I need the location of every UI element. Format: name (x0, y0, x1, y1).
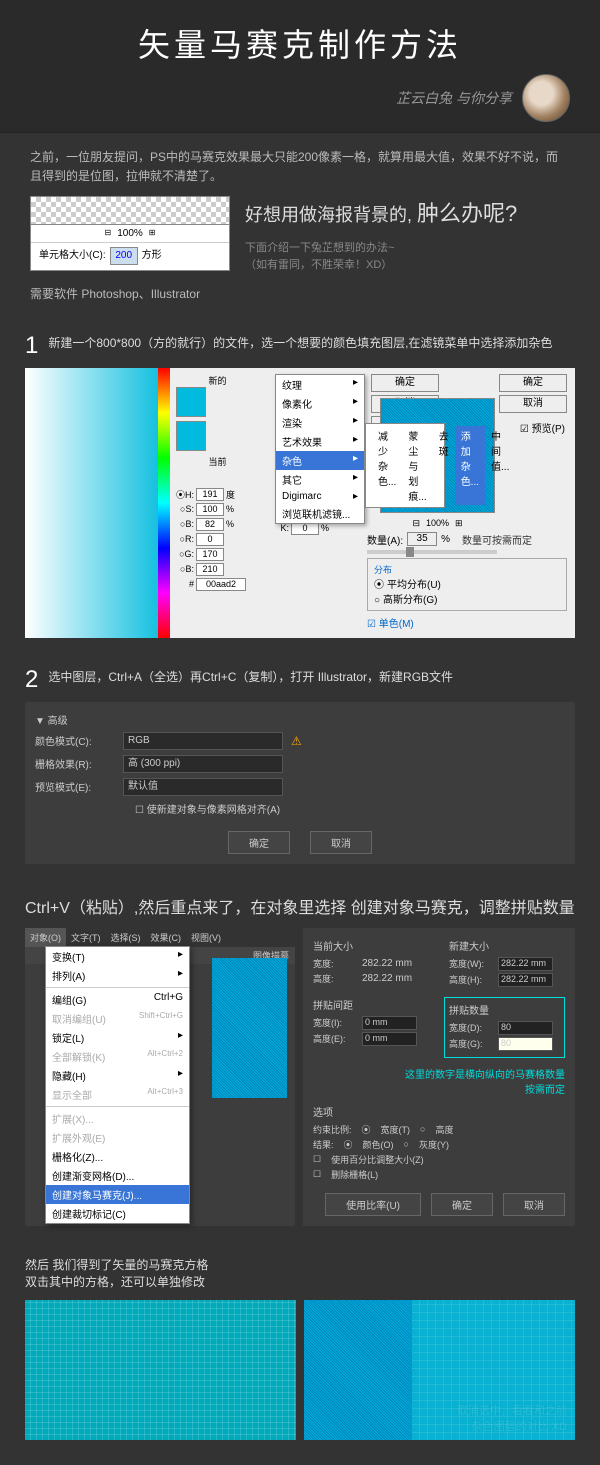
step-1-number: 1 (25, 334, 38, 358)
hue-input[interactable]: 191 (196, 488, 224, 501)
cell-size-label: 单元格大小(C): (39, 248, 106, 264)
warning-icon: ⚠ (291, 734, 302, 748)
amount-input[interactable]: 35 (407, 532, 437, 546)
result-mosaic-left (25, 1300, 296, 1440)
sub-text-1: 下面介绍一下兔芷想到的办法~ (245, 240, 570, 258)
hex-input[interactable]: 00aad2 (196, 578, 246, 591)
result-mosaic-right: 取消选中，看看和之前杂色图层的对比 XD (304, 1300, 575, 1440)
new-height-input[interactable]: 282.22 mm (498, 973, 553, 987)
step-3-text: Ctrl+V（粘贴）,然后重点来了，在对象里选择 创建对象马赛克，调整拼贴数量 (25, 894, 575, 918)
preview-mode-select[interactable]: 默认值 (123, 778, 283, 796)
ai-object-menu-screenshot: 对象(O) 文字(T) 选择(S) 效果(C) 视图(V) 图像描摹 变换(T)… (25, 928, 295, 1226)
mosaic-cancel-button[interactable]: 取消 (503, 1193, 565, 1216)
g-input[interactable]: 170 (196, 548, 224, 561)
avatar (522, 74, 570, 122)
count-w-input[interactable]: 80 (498, 1021, 553, 1035)
cell-size-input[interactable]: 200 (110, 247, 138, 265)
author-signature: 芷云白兔 与你分享 (396, 88, 512, 108)
intro-paragraph: 之前，一位朋友提问，PS中的马赛克效果最大只能200像素一格，就算用最大值，效果… (30, 148, 570, 186)
use-ratio-button[interactable]: 使用比率(U) (325, 1193, 421, 1216)
gap-w-input[interactable]: 0 mm (362, 1016, 417, 1030)
color-mode-select[interactable]: RGB (123, 732, 283, 750)
step-2-text: 选中图层，Ctrl+A（全选）再Ctrl+C（复制），打开 Illustrato… (48, 668, 453, 692)
step-1-screenshot: 新的 当前 ⦿H:191度 ○S:100% ○B:82% ○R:0 ○G:170… (25, 368, 575, 638)
sub-text-2: （如有雷同，不胜荣幸！XD） (245, 257, 570, 275)
result-caption: 取消选中，看看和之前杂色图层的对比 XD (457, 1402, 567, 1434)
ai-cancel-button[interactable]: 取消 (310, 831, 372, 854)
page-title: 矢量马赛克制作方法 (30, 20, 570, 66)
new-width-input[interactable]: 282.22 mm (498, 957, 553, 971)
object-menu-dropdown[interactable]: 变换(T)▸ 排列(A)▸ 编组(G)Ctrl+G 取消编组(U)Shift+C… (45, 946, 190, 1224)
b-input[interactable]: 210 (196, 563, 224, 576)
ai-ok-button[interactable]: 确定 (228, 831, 290, 854)
tile-count-highlight: 拼贴数量 宽度(D):80 高度(G):80 (444, 997, 565, 1058)
sat-input[interactable]: 100 (196, 503, 224, 516)
mosaic-ok-button[interactable]: 确定 (431, 1193, 493, 1216)
step-2-screenshot: ▼ 高级 颜色模式(C):RGB⚠ 栅格效果(R):高 (300 ppi) 预览… (25, 702, 575, 864)
ok-button[interactable]: 确定 (371, 374, 439, 392)
r-input[interactable]: 0 (196, 533, 224, 546)
filter-menu[interactable]: 纹理 ▸ 像素化 ▸ 渲染▸ 艺术效果 ▸ 杂色▸ 其它 ▸ Digimarc▸… (275, 374, 365, 524)
zoom-out-icon[interactable]: ⊟ (105, 227, 112, 240)
ps-mosaic-dialog-snippet: ⊟100%⊞ 单元格大小(C): 200 方形 (30, 196, 230, 271)
mosaic-dialog: 当前大小 宽度:282.22 mm 高度:282.22 mm 新建大小 宽度(W… (303, 928, 575, 1226)
step-1-text: 新建一个800*800（方的就行）的文件，选一个想要的颜色填充图层,在滤镜菜单中… (48, 334, 552, 358)
requirements: 需要软件 Photoshop、Illustrator (30, 285, 570, 304)
noise-submenu[interactable]: 减少杂色... 蒙尘与划痕... 去斑 添加杂色... 中间值... (365, 423, 445, 508)
raster-select[interactable]: 高 (300 ppi) (123, 755, 283, 773)
tile-count-note: 这里的数字是横向纵向的马赛格数量按需而定 (313, 1066, 565, 1096)
preview-checkbox[interactable]: ☑ 预览(P) (520, 420, 565, 435)
bri-input[interactable]: 82 (196, 518, 224, 531)
count-h-input[interactable]: 80 (498, 1037, 553, 1051)
noise-ok[interactable]: 确定 (499, 374, 567, 392)
result-text: 然后 我们得到了矢量的马赛克方格双击其中的方格，还可以单独修改 (25, 1256, 575, 1290)
noise-cancel[interactable]: 取消 (499, 395, 567, 413)
step-2-number: 2 (25, 668, 38, 692)
zoom-in-icon[interactable]: ⊞ (149, 227, 156, 240)
question-text: 好想用做海报背景的, 肿么办呢? (245, 196, 570, 231)
gap-h-input[interactable]: 0 mm (362, 1032, 417, 1046)
align-checkbox[interactable]: ☐ 使新建对象与像素网格对齐(A) (135, 801, 565, 816)
cell-size-unit: 方形 (142, 248, 162, 264)
